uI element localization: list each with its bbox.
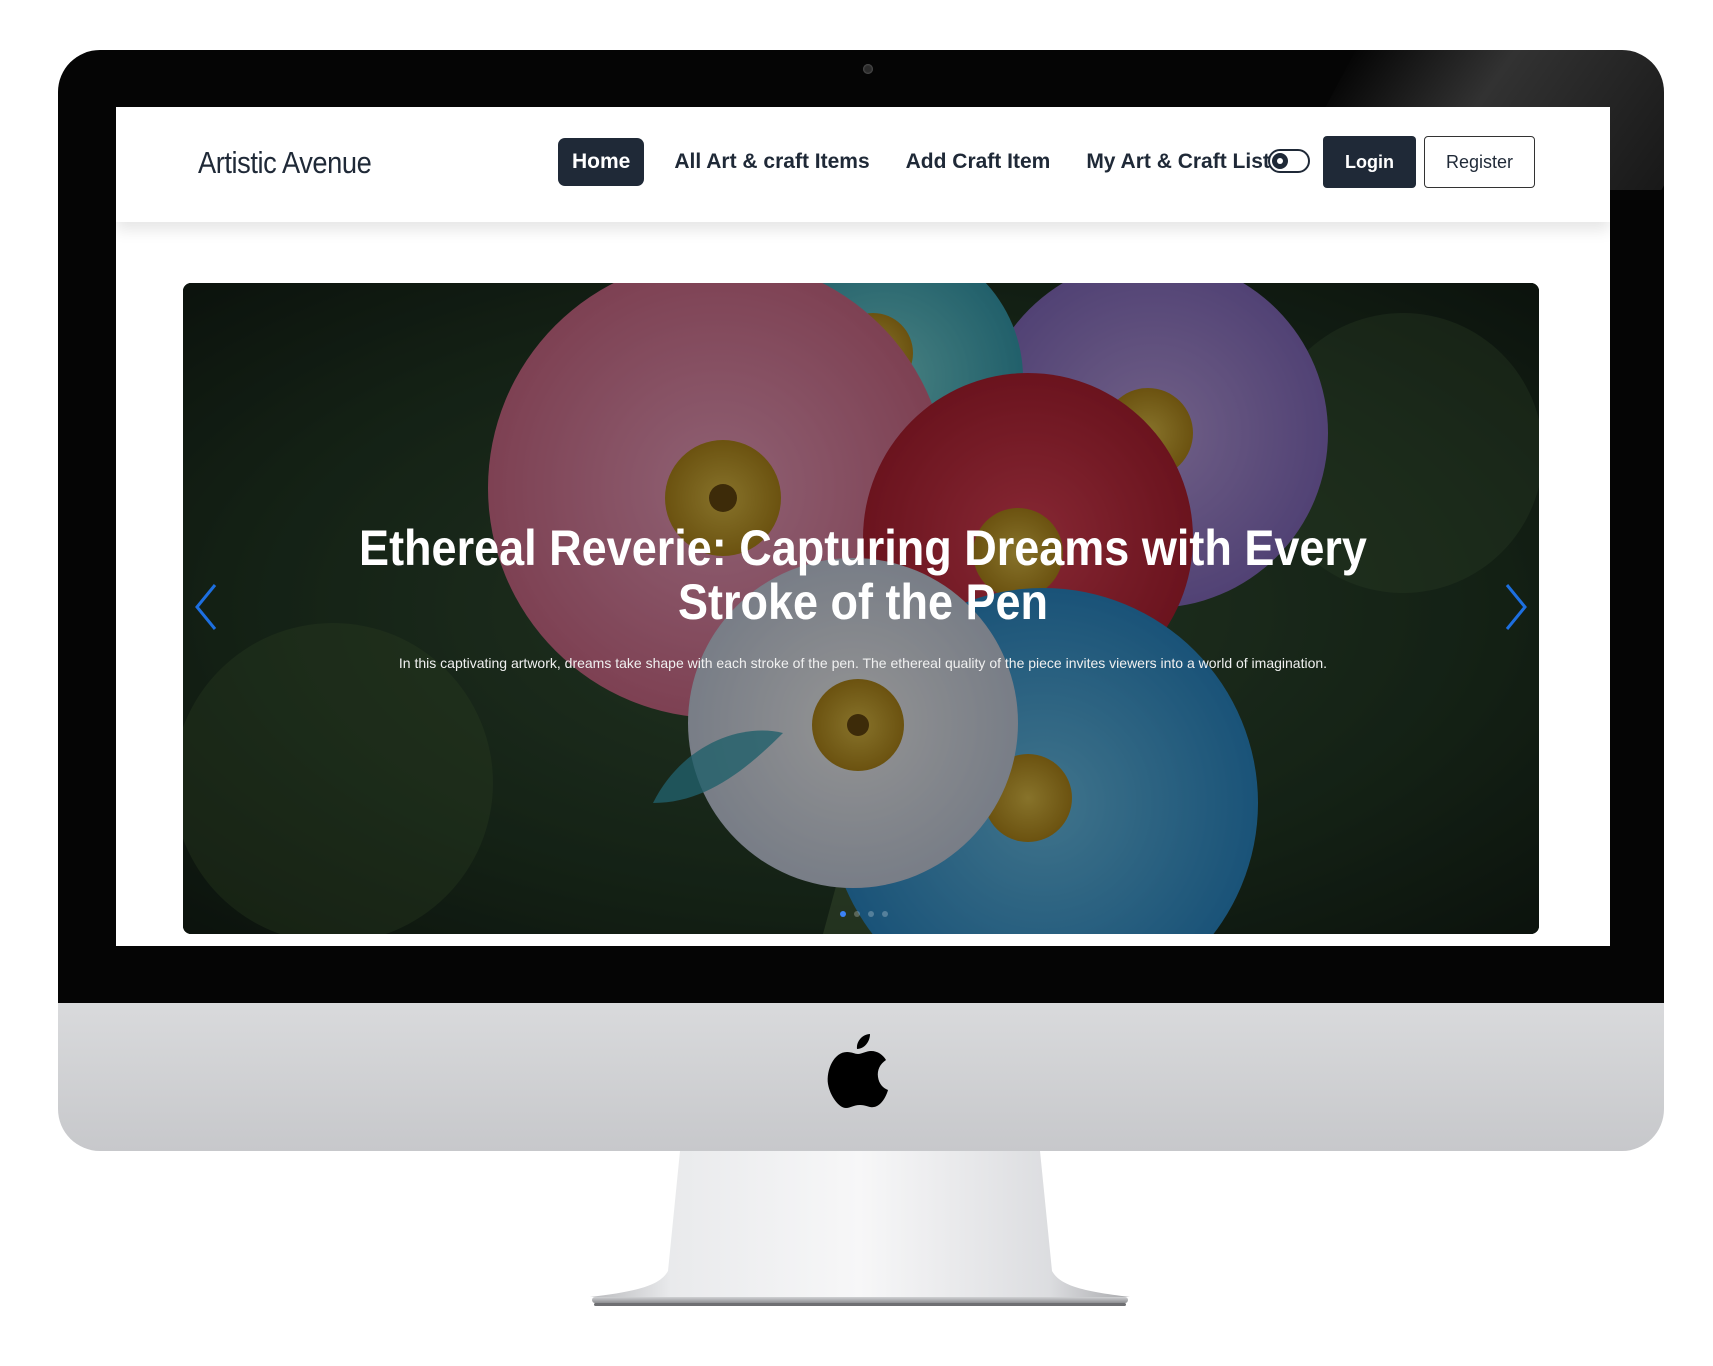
monitor-stand bbox=[590, 1151, 1130, 1306]
nav-add-craft[interactable]: Add Craft Item bbox=[892, 138, 1065, 186]
carousel-indicators bbox=[840, 911, 888, 917]
register-button[interactable]: Register bbox=[1424, 136, 1535, 188]
navbar: Artistic Avenue Home All Art & craft Ite… bbox=[116, 107, 1610, 222]
login-button[interactable]: Login bbox=[1323, 136, 1416, 188]
theme-toggle-icon bbox=[1272, 153, 1288, 169]
screen: Artistic Avenue Home All Art & craft Ite… bbox=[116, 107, 1610, 946]
theme-toggle[interactable] bbox=[1268, 149, 1310, 173]
chevron-right-icon[interactable] bbox=[1501, 581, 1531, 633]
nav-menu: Home All Art & craft Items Add Craft Ite… bbox=[558, 138, 1284, 186]
carousel-dot[interactable] bbox=[854, 911, 860, 917]
carousel-dot[interactable] bbox=[840, 911, 846, 917]
hero-title: Ethereal Reverie: Capturing Dreams with … bbox=[359, 520, 1367, 630]
camera bbox=[863, 64, 873, 74]
nav-my-list[interactable]: My Art & Craft List bbox=[1072, 138, 1284, 186]
chevron-left-icon[interactable] bbox=[191, 581, 221, 633]
carousel-dot[interactable] bbox=[868, 911, 874, 917]
hero-carousel: Ethereal Reverie: Capturing Dreams with … bbox=[183, 283, 1539, 934]
nav-all-items[interactable]: All Art & craft Items bbox=[660, 138, 883, 186]
apple-logo-icon bbox=[827, 1034, 888, 1108]
hero-description: In this captivating artwork, dreams take… bbox=[398, 655, 1328, 671]
carousel-dot[interactable] bbox=[882, 911, 888, 917]
nav-home[interactable]: Home bbox=[558, 138, 645, 186]
brand-logo[interactable]: Artistic Avenue bbox=[198, 145, 372, 181]
